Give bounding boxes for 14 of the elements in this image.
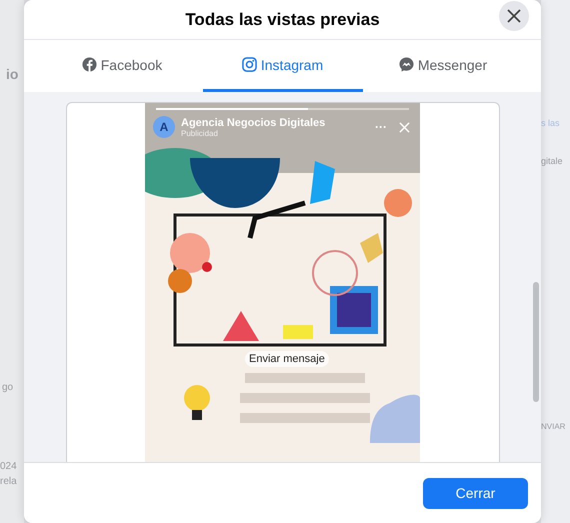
account-name: Agencia Negocios Digitales (181, 116, 326, 128)
background-text: io (6, 66, 20, 82)
tab[interactable]: Facebook (42, 40, 202, 92)
sponsored-label: Publicidad (181, 128, 219, 138)
close-dialog-button[interactable]: Cerrar (423, 478, 528, 508)
tab[interactable]: Messenger (363, 40, 523, 92)
background-text: go (2, 382, 14, 393)
background-text: NVIAR (541, 422, 566, 431)
background-text: rela (0, 476, 18, 487)
background-text: 024 (0, 461, 18, 472)
send-message-button[interactable]: Enviar mensaje (245, 351, 329, 367)
background-text: gitale (541, 156, 564, 166)
background-text: s las (541, 118, 561, 128)
dialog-title: Todas las vistas previas (185, 10, 380, 30)
